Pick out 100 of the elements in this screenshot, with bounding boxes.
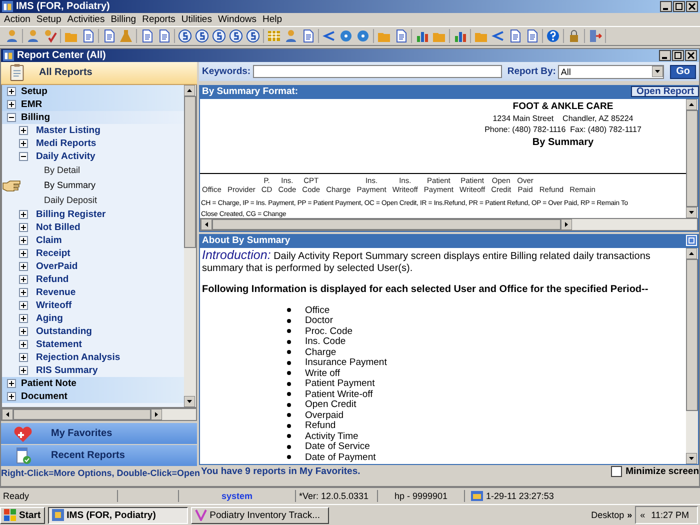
scroll-up-icon[interactable] <box>686 248 697 260</box>
collapse-icon[interactable] <box>7 112 16 122</box>
disc-icon[interactable] <box>356 29 370 43</box>
scroll-down-icon[interactable] <box>184 396 195 407</box>
desktop-toolbar-label[interactable]: Desktop <box>591 510 624 520</box>
tree-section[interactable]: EMR <box>2 98 184 111</box>
person-icon[interactable] <box>5 29 19 43</box>
expand-icon[interactable] <box>19 210 28 219</box>
expand-icon[interactable] <box>7 378 16 388</box>
tree-item[interactable]: By Detail <box>44 165 80 176</box>
disc-icon[interactable] <box>339 29 353 43</box>
restore-icon[interactable] <box>673 1 685 12</box>
menu-item[interactable]: Reports <box>140 14 180 25</box>
help-icon[interactable] <box>546 29 560 43</box>
person-icon[interactable] <box>26 29 40 43</box>
tree-item[interactable]: Aging <box>2 312 184 325</box>
expand-icon[interactable] <box>19 352 28 362</box>
tree-item[interactable]: Medi Reports <box>2 136 184 150</box>
tree-item[interactable]: Refund <box>2 272 184 286</box>
check-icon[interactable] <box>43 29 57 43</box>
chart-icon[interactable] <box>453 29 467 43</box>
tree-item[interactable]: Not Billed <box>2 220 184 234</box>
menu-item[interactable]: Setup <box>34 14 66 25</box>
scroll-right-icon[interactable] <box>561 219 572 230</box>
open-report-button[interactable]: Open Report <box>631 86 699 98</box>
tree-item[interactable]: Daily Deposit <box>44 195 98 206</box>
tree-item[interactable]: Revenue <box>2 286 184 299</box>
person-icon[interactable] <box>284 29 298 43</box>
expand-icon[interactable] <box>19 262 28 271</box>
doc-icon[interactable] <box>508 29 522 43</box>
dollar-icon[interactable] <box>246 29 260 43</box>
expand-icon[interactable] <box>19 300 28 310</box>
doc-icon[interactable] <box>102 29 116 43</box>
go-button[interactable]: Go <box>670 64 696 79</box>
doc-icon[interactable] <box>140 29 154 43</box>
tree-item[interactable]: Claim <box>2 234 184 247</box>
expand-icon[interactable] <box>19 314 28 323</box>
tree-item[interactable]: OverPaid <box>2 260 184 273</box>
tree-item[interactable]: Writeoff <box>2 298 184 312</box>
minimize-checkbox[interactable] <box>610 466 622 477</box>
exit-icon[interactable] <box>588 29 602 43</box>
doc-icon[interactable] <box>525 29 539 43</box>
tree-item[interactable]: Master Listing <box>2 124 184 137</box>
taskbar-button[interactable]: Podiatry Inventory Track... <box>190 506 329 524</box>
chart-icon[interactable] <box>415 29 429 43</box>
scroll-left-icon[interactable] <box>2 409 13 420</box>
dollar-icon[interactable] <box>195 29 209 43</box>
tree-section[interactable]: Setup <box>2 84 184 98</box>
toolbar-chevron[interactable]: » <box>627 510 632 520</box>
tree-horizontal-scrollbar[interactable] <box>1 408 197 421</box>
doc-icon[interactable] <box>301 29 315 43</box>
close-icon[interactable] <box>685 50 697 61</box>
scroll-up-icon[interactable] <box>686 99 697 110</box>
scroll-down-icon[interactable] <box>686 452 697 464</box>
taskbar-button[interactable]: IMS (FOR, Podiatry) <box>48 506 188 524</box>
dropdown-arrow-icon[interactable] <box>652 66 664 78</box>
expand-icon[interactable] <box>19 274 28 284</box>
tree-item[interactable]: Receipt <box>2 246 184 260</box>
expand-icon[interactable] <box>7 100 16 109</box>
menu-item[interactable]: Windows <box>216 14 261 25</box>
tree-item[interactable]: Billing Register <box>2 208 184 221</box>
report-by-dropdown[interactable]: All <box>558 64 664 79</box>
expand-icon[interactable] <box>7 86 16 96</box>
expand-icon[interactable] <box>19 126 28 135</box>
scroll-right-icon[interactable] <box>150 409 162 420</box>
tree-item[interactable]: Outstanding <box>2 324 184 338</box>
scroll-down-icon[interactable] <box>686 207 697 218</box>
tree-section[interactable]: Document <box>2 390 184 403</box>
expand-icon[interactable] <box>19 326 28 336</box>
doc-icon[interactable] <box>157 29 171 43</box>
menu-item[interactable]: Billing <box>108 14 140 25</box>
expand-icon[interactable] <box>19 138 28 148</box>
dollar-icon[interactable] <box>178 29 192 43</box>
about-scrollbar[interactable] <box>686 248 698 464</box>
menu-item[interactable]: Utilities <box>179 14 216 25</box>
expand-icon[interactable] <box>19 288 28 297</box>
menu-item[interactable]: Help <box>260 14 286 25</box>
close-icon[interactable] <box>686 1 698 12</box>
expand-icon[interactable] <box>19 366 28 375</box>
preview-scrollbar[interactable] <box>686 99 698 218</box>
tray-collapse[interactable]: « <box>640 510 646 520</box>
expand-icon[interactable] <box>19 222 28 232</box>
preview-horizontal-scrollbar[interactable] <box>200 218 698 232</box>
expand-icon[interactable] <box>19 340 28 349</box>
menu-item[interactable]: Activities <box>65 14 109 25</box>
start-button[interactable]: Start <box>0 506 45 524</box>
collapse-icon[interactable] <box>19 152 28 161</box>
dollar-icon[interactable] <box>212 29 226 43</box>
shortcut-button[interactable]: My Favorites <box>1 423 197 444</box>
keywords-field[interactable] <box>252 65 502 78</box>
scroll-left-icon[interactable] <box>201 219 212 230</box>
tree-item[interactable]: RIS Summary <box>2 364 184 377</box>
doc-icon[interactable] <box>81 29 95 43</box>
tree-item[interactable]: Statement <box>2 338 184 351</box>
doc-icon[interactable] <box>394 29 408 43</box>
lock-icon[interactable] <box>567 29 581 43</box>
expand-icon[interactable] <box>19 248 28 258</box>
menu-item[interactable]: Action <box>2 14 34 25</box>
maximize-icon[interactable] <box>672 50 684 61</box>
minimize-icon[interactable] <box>659 50 671 61</box>
